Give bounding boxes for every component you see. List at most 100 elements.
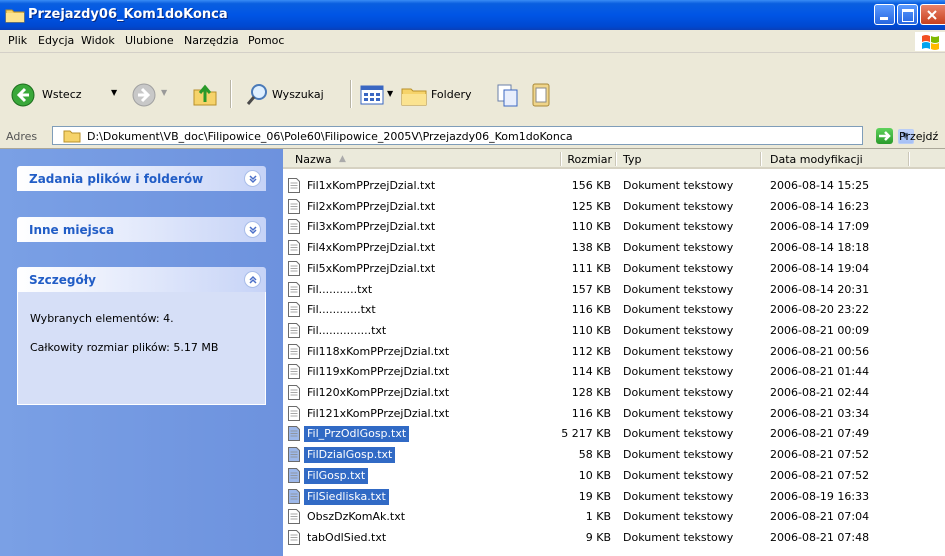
file-size: 157 KB bbox=[571, 282, 611, 296]
file-size: 111 KB bbox=[571, 261, 611, 275]
text-file-icon bbox=[288, 281, 300, 297]
file-name: Fil4xKomPPrzejDzial.txt bbox=[307, 241, 436, 255]
file-date: 2006-08-21 02:44 bbox=[770, 386, 870, 399]
title-bar[interactable]: Przejazdy06_Kom1doKonca bbox=[0, 0, 945, 30]
file-type: Dokument tekstowy bbox=[623, 303, 734, 317]
file-size: 125 KB bbox=[571, 199, 611, 213]
text-file-icon bbox=[288, 529, 300, 545]
address-input[interactable]: D:\Dokument\VB_doc\Filipowice_06\Pole60\… bbox=[52, 126, 914, 145]
menu-ulubione[interactable]: Ulubione bbox=[125, 34, 174, 47]
file-size: 156 KB bbox=[571, 179, 611, 192]
task-pane: Zadania plików i folderów Inne miejsca S… bbox=[0, 149, 283, 556]
address-path: D:\Dokument\VB_doc\Filipowice_06\Pole60\… bbox=[87, 130, 573, 143]
table-row[interactable]: Fil119xKomPPrzejDzial.txt 114 KB Dokument … bbox=[283, 361, 945, 383]
table-row[interactable]: Fil1xKomPPrzejDzial.txt 156 KB Dokument te… bbox=[283, 175, 945, 197]
file-size: 116 KB bbox=[571, 303, 611, 317]
views-icon bbox=[360, 85, 384, 105]
file-type: Dokument tekstowy bbox=[623, 427, 734, 441]
details-total-size: Całkowity rozmiar plików: 5.17 MB bbox=[30, 341, 219, 354]
table-row[interactable]: tabOdlSied.txt 9 KB Dokument tekstowy 2006-… bbox=[283, 527, 945, 549]
task-header-other-places[interactable]: Inne miejsca bbox=[17, 217, 266, 242]
file-size: 5 217 KB bbox=[561, 427, 611, 441]
text-file-icon bbox=[288, 240, 300, 256]
copy-to-icon bbox=[532, 83, 550, 107]
file-type: Dokument tekstowy bbox=[623, 406, 734, 420]
menu-pomoc[interactable]: Pomoc bbox=[248, 34, 284, 47]
file-type: Dokument tekstowy bbox=[623, 489, 734, 503]
file-date: 2006-08-21 00:09 bbox=[770, 323, 870, 337]
task-header-file-folder[interactable]: Zadania plików i folderów bbox=[17, 166, 266, 191]
column-header-date[interactable]: Data modyfikacji bbox=[761, 149, 909, 169]
task-title: Szczegóły bbox=[29, 273, 96, 287]
file-type: Dokument tekstowy bbox=[623, 179, 734, 192]
table-row[interactable]: FilGosp.txt 10 KB Dokument tekstowy 2006-08… bbox=[283, 465, 945, 487]
table-row[interactable]: FilSiedliska.txt 19 KB Dokument tekstowy 20… bbox=[283, 486, 945, 508]
file-name: Fil1xKomPPrzejDzial.txt bbox=[307, 179, 436, 192]
table-row[interactable]: Fil4xKomPPrzejDzial.txt 138 KB Dokument te… bbox=[283, 237, 945, 259]
column-label: Nazwa bbox=[295, 153, 332, 166]
table-row[interactable]: Fil...............txt 110 KB Dokument teks… bbox=[283, 320, 945, 342]
table-row[interactable]: Fil120xKomPPrzejDzial.txt 128 KB Dokument … bbox=[283, 382, 945, 404]
move-to-icon bbox=[497, 84, 518, 107]
column-header-size[interactable]: Rozmiar bbox=[561, 149, 616, 169]
go-button[interactable] bbox=[876, 128, 893, 144]
file-size: 138 KB bbox=[571, 241, 611, 255]
file-list[interactable]: Nazwa ▲ Rozmiar Typ Data modyfikacji Fil… bbox=[283, 149, 945, 556]
window-title: Przejazdy06_Kom1doKonca bbox=[28, 7, 228, 22]
column-header-type[interactable]: Typ bbox=[616, 149, 761, 169]
chevron-down-icon[interactable] bbox=[244, 170, 261, 187]
close-button[interactable] bbox=[920, 4, 945, 25]
maximize-button[interactable] bbox=[897, 4, 918, 25]
file-date: 2006-08-21 00:56 bbox=[770, 344, 870, 358]
details-body: Wybranych elementów: 4. Całkowity rozmia… bbox=[17, 292, 266, 405]
table-row[interactable]: FilDzialGosp.txt 58 KB Dokument tekstowy 20… bbox=[283, 444, 945, 466]
minimize-button[interactable] bbox=[874, 4, 895, 25]
text-file-icon bbox=[288, 385, 300, 400]
file-date: 2006-08-21 07:04 bbox=[770, 510, 870, 524]
copy-to-button[interactable] bbox=[529, 82, 555, 111]
table-row[interactable]: Fil118xKomPPrzejDzial.txt 112 KB Dokument … bbox=[283, 341, 945, 363]
table-row[interactable]: Fil...........txt 157 KB Dokument tekstowy… bbox=[283, 279, 945, 301]
column-header-name[interactable]: Nazwa ▲ bbox=[283, 149, 561, 169]
details-selected-count: Wybranych elementów: 4. bbox=[30, 312, 174, 325]
file-date: 2006-08-21 07:49 bbox=[770, 427, 870, 441]
search-icon bbox=[246, 84, 267, 105]
address-label: Adres bbox=[6, 130, 38, 143]
table-row[interactable]: Fil_PrzOdlGosp.txt 5 217 KB Dokument tekst… bbox=[283, 423, 945, 445]
up-folder-button[interactable] bbox=[192, 82, 218, 111]
chevron-up-icon[interactable] bbox=[244, 271, 261, 288]
views-button[interactable]: ▼ bbox=[360, 84, 393, 109]
file-date: 2006-08-14 16:23 bbox=[770, 199, 870, 213]
table-row[interactable]: Fil121xKomPPrzejDzial.txt 116 KB Dokument … bbox=[283, 403, 945, 425]
table-row[interactable]: Fil5xKomPPrzejDzial.txt 111 KB Dokument te… bbox=[283, 258, 945, 280]
file-size: 110 KB bbox=[571, 323, 611, 337]
chevron-down-icon[interactable] bbox=[244, 221, 261, 238]
forward-button[interactable]: ▼ bbox=[132, 83, 167, 110]
menu-edycja[interactable]: Edycja bbox=[38, 34, 74, 47]
file-date: 2006-08-20 23:22 bbox=[770, 303, 870, 317]
go-label[interactable]: Przejdź bbox=[899, 130, 938, 143]
menu-narzedzia[interactable]: Narzędzia bbox=[184, 34, 239, 47]
menu-plik[interactable]: Plik bbox=[8, 34, 27, 47]
menu-widok[interactable]: Widok bbox=[81, 34, 115, 47]
table-row[interactable]: Fil2xKomPPrzejDzial.txt 125 KB Dokument te… bbox=[283, 196, 945, 218]
file-name: Fil_PrzOdlGosp.txt bbox=[304, 426, 410, 443]
file-name: ObszDzKomAk.txt bbox=[307, 510, 406, 524]
text-file-icon bbox=[288, 426, 300, 442]
chevron-down-icon: ▼ bbox=[161, 88, 168, 97]
move-to-button[interactable] bbox=[495, 82, 521, 111]
file-date: 2006-08-21 01:44 bbox=[770, 365, 870, 379]
menu-bar: Plik Edycja Widok Ulubione Narzędzia Pom… bbox=[0, 30, 945, 53]
table-row[interactable]: Fil3xKomPPrzejDzial.txt 110 KB Dokument te… bbox=[283, 216, 945, 238]
file-name: Fil118xKomPPrzejDzial.txt bbox=[307, 344, 450, 358]
file-name: Fil2xKomPPrzejDzial.txt bbox=[307, 199, 436, 213]
column-label: Typ bbox=[623, 153, 642, 166]
table-row[interactable]: Fil............txt 116 KB Dokument tekstow… bbox=[283, 299, 945, 321]
file-type: Dokument tekstowy bbox=[623, 199, 734, 213]
table-row[interactable]: ObszDzKomAk.txt 1 KB Dokument tekstowy 2006… bbox=[283, 506, 945, 528]
text-file-icon bbox=[288, 364, 300, 380]
task-header-details[interactable]: Szczegóły bbox=[17, 267, 266, 292]
back-label: Wstecz bbox=[42, 88, 82, 101]
file-name: Fil119xKomPPrzejDzial.txt bbox=[307, 365, 450, 379]
forward-arrow-icon bbox=[132, 83, 156, 107]
